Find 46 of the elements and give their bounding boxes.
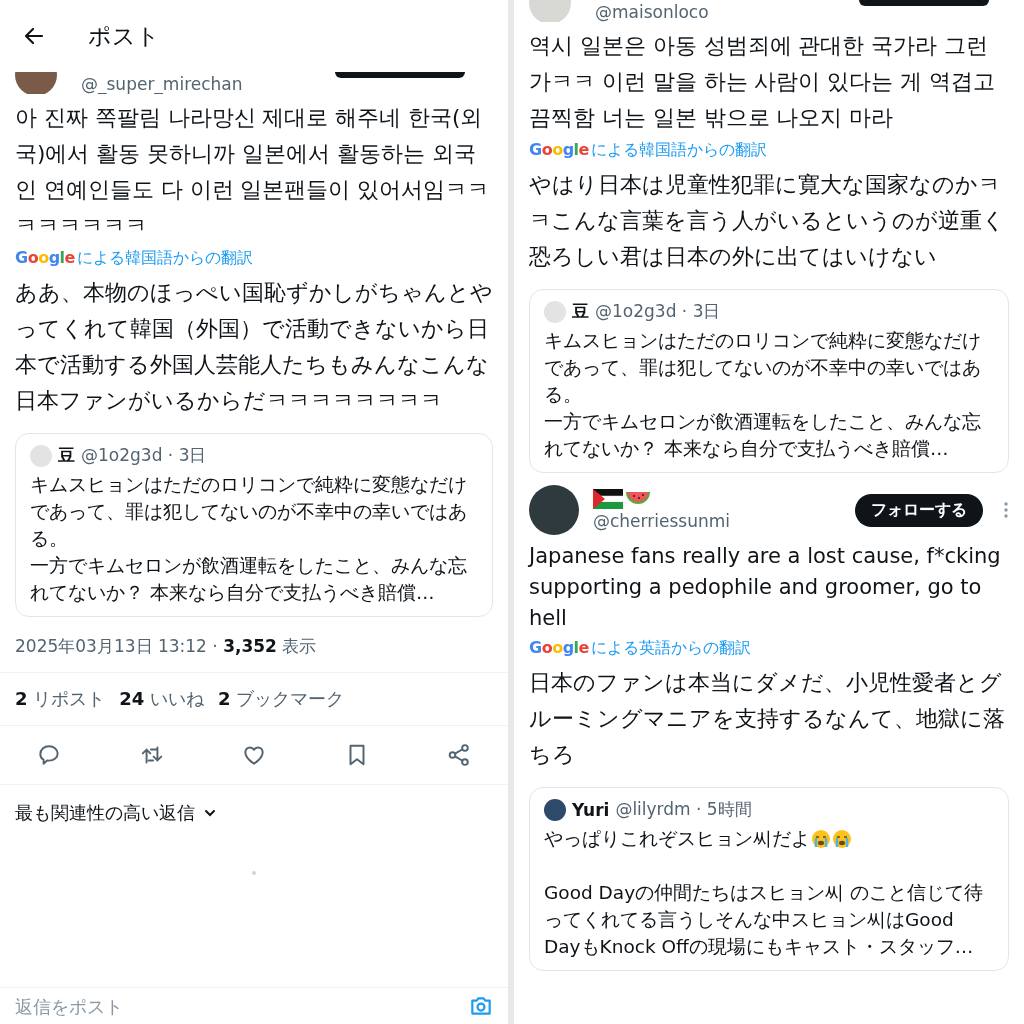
quoted-text: 一方でキムセロンが飲酒運転をしたこと、みんな忘れてないか？ 本来なら自分で支払うべき賠償… — [544, 410, 982, 461]
google-logo: Google — [15, 248, 75, 267]
post-timestamp: 2025年03月13日 13:12 · 3,352 表示 — [15, 635, 318, 658]
crying-emoji-icon — [811, 828, 831, 849]
avatar — [544, 300, 566, 323]
author-name: Yuri — [572, 799, 610, 820]
user-handle: @cherriessunmi — [593, 511, 731, 531]
quoted-post-card[interactable]: 豆 @1o2g3d · 3日 キムスヒョンはただのロリコンで純粋に変態なだけであって、罪は犯してないのが不幸中の幸いではある。 一方でキムセロンが飲酒運転をしたこと、みんな忘れてないか？ 本来なら自分で支払うべき賠償… — [529, 289, 1009, 473]
author-name: 豆 — [58, 444, 75, 467]
translated-text: 日本のファンは本当にダメだ、小児性愛者とグルーミングマニアを支持するなんて、地獄に落ちろ — [529, 669, 1006, 769]
share-icon[interactable] — [446, 742, 472, 768]
author-name: 豆 — [572, 300, 589, 323]
quoted-text: 一方でキムセロンが飲酒運転をしたこと、みんな忘れてないか？ 本来なら自分で支払うべき賠償… — [30, 554, 468, 605]
avatar — [544, 798, 566, 821]
google-logo: Google — [529, 140, 589, 159]
flag-icon — [593, 489, 623, 509]
engagement-count[interactable]: 2 リポスト — [15, 687, 106, 711]
post-meta: @1o2g3d · 3日 — [81, 444, 207, 467]
translated-text: やはり日本は児童性犯罪に寛大な国家なのかㅋㅋこんな言葉を言う人がいるというのが逆重く恐ろしい君は日本の外に出てはいけない — [529, 171, 1006, 271]
sort-dropdown[interactable]: 最も関連性の高い返信 — [15, 801, 217, 825]
quoted-post-card[interactable]: Yuri @lilyrdm · 5時間 やっぱりこれぞスヒョン씨だよ Good Dayの仲間たちはスヒョン씨 のこと信じて待ってくれてる言うしそんな中スヒョン씨はGood DayもKnock Offの現場にもキャスト・スタッフ… — [529, 787, 1009, 971]
engagement-count[interactable]: 24 いいね — [119, 687, 205, 711]
post-meta: @1o2g3d · 3日 — [595, 300, 721, 323]
more-icon[interactable] — [1003, 500, 1009, 520]
quoted-text: やっぱりこれぞスヒョン씨だよ — [544, 827, 810, 851]
post-text: 아 진짜 쪽팔림 나라망신 제대로 해주네 한국(외국)에서 활동 못하니까 일본에서 활동하는 외국인 연예인들도 다 이런 일본팬들이 있어서임ㅋㅋㅋㅋㅋㅋㅋㅋ — [15, 104, 491, 240]
post-text: 역시 일본은 아동 성범죄에 관대한 국가라 그런가ㅋㅋ 이런 말을 하는 사람이 있다는 게 역겹고 끔찍함 너는 일본 밖으로 나오지 마라 — [529, 32, 996, 132]
quoted-text: キムスヒョンはただのロリコンで純粋に変態なだけであって、罪は犯してないのが不幸中の幸いではある。 — [30, 473, 468, 551]
post-text: Japanese fans really are a lost cause, f*cking supporting a pedophile and groomer, go to hell — [529, 543, 1002, 632]
translated-text: ああ、本物のほっぺい国恥ずかしがちゃんとやってくれて韓国（外国）で活動できないから日本で活動する外国人芸能人たちもみんなこんな日本ファンがいるからだㅋㅋㅋㅋㅋㅋㅋㅋ — [15, 279, 493, 415]
engagement-count[interactable]: 2 ブックマーク — [218, 687, 345, 711]
avatar — [529, 485, 579, 535]
loading-indicator — [252, 871, 256, 875]
quoted-text: Good Dayの仲間たちはスヒョン씨 のこと信じて待ってくれてる言うしそんな中スヒョン씨はGood DayもKnock Offの現場にもキャスト・スタッフ… — [544, 881, 984, 959]
crying-emoji-icon — [832, 828, 852, 849]
post-meta: @lilyrdm · 5時間 — [615, 798, 752, 821]
avatar — [30, 444, 52, 467]
user-handle: @maisonloco — [595, 2, 709, 22]
quoted-post-card[interactable]: 豆 @1o2g3d · 3日 キムスヒョンはただのロリコンで純粋に変態なだけであって、罪は犯してないのが不幸中の幸いではある。 一方でキムセロンが飲酒運転をしたこと、みんな忘れてないか？ 本来なら自分で支払うべき賠償… — [15, 433, 493, 617]
user-handle: @_super_mirechan — [81, 74, 243, 94]
reply-icon[interactable] — [36, 742, 62, 768]
reply-field[interactable]: 返信をポスト — [15, 995, 315, 1017]
page-title: ポスト — [88, 21, 160, 51]
follow-button[interactable]: フォローする — [855, 493, 983, 527]
quoted-text: キムスヒョンはただのロリコンで純粋に変態なだけであって、罪は犯してないのが不幸中の幸いではある。 — [544, 329, 982, 407]
google-logo: Google — [529, 638, 589, 657]
